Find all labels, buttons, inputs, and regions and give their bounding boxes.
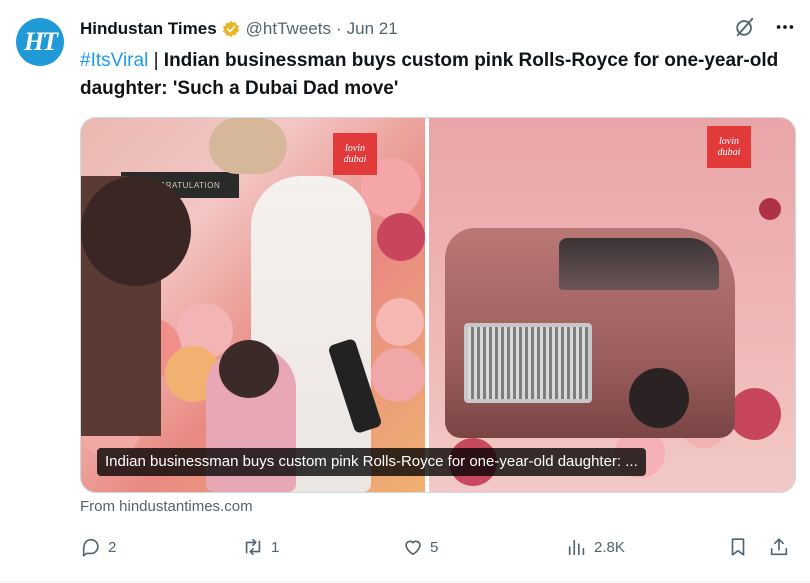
tweet-date[interactable]: Jun 21: [347, 19, 398, 39]
car-wheel: [629, 368, 689, 428]
bookmark-button[interactable]: [727, 536, 749, 558]
woman-head: [209, 118, 287, 174]
balloon: [377, 213, 425, 261]
reply-button[interactable]: 2: [80, 536, 116, 558]
tweet-text: #ItsViral | Indian businessman buys cust…: [80, 47, 780, 103]
hashtag-link[interactable]: #ItsViral: [80, 50, 148, 71]
media-caption: Indian businessman buys custom pink Roll…: [97, 448, 646, 476]
media-card[interactable]: CONGRATULATION lovin dubai lovin dubai I…: [80, 117, 796, 493]
like-icon: [405, 540, 421, 556]
photo-left-party[interactable]: CONGRATULATION lovin dubai: [81, 118, 425, 492]
share-icon: [770, 538, 788, 556]
like-button[interactable]: 5: [402, 536, 438, 558]
views-count: 2.8K: [594, 538, 625, 556]
link-source[interactable]: From hindustantimes.com: [80, 498, 253, 515]
tweet-bottom-border: [0, 581, 810, 582]
text-pipe: |: [153, 50, 159, 71]
reply-count: 2: [108, 538, 117, 556]
retweet-icon: [245, 538, 261, 556]
views-icon: [568, 539, 585, 556]
tweet-header: Hindustan Times @htTweets · Jun 21: [80, 19, 398, 39]
balloon: [759, 198, 781, 220]
car-grille: [464, 323, 592, 403]
action-bar: 2 1 5 2.8K: [80, 536, 794, 564]
balloon: [376, 298, 424, 346]
lovin-dubai-logo: lovin dubai: [707, 126, 751, 168]
verified-badge-icon[interactable]: [222, 20, 240, 38]
balloon: [729, 388, 781, 440]
header-separator: ·: [335, 19, 342, 38]
author-handle[interactable]: @htTweets: [246, 19, 331, 39]
retweet-count: 1: [271, 538, 280, 556]
like-count: 5: [430, 538, 439, 556]
top-actions: [734, 16, 796, 38]
retweet-button[interactable]: 1: [241, 536, 279, 558]
share-button[interactable]: [768, 536, 790, 558]
lovin-dubai-logo: lovin dubai: [333, 133, 377, 175]
balloon: [371, 348, 425, 402]
car-windshield: [559, 238, 719, 290]
grok-icon[interactable]: [734, 16, 756, 38]
child-head: [219, 340, 279, 398]
photo-right-car[interactable]: lovin dubai: [429, 118, 795, 492]
avatar-logo-text: HT: [23, 27, 58, 56]
author-name[interactable]: Hindustan Times: [80, 19, 217, 39]
more-icon[interactable]: [774, 16, 796, 38]
reply-icon: [82, 538, 99, 557]
author-avatar[interactable]: HT: [16, 18, 64, 66]
man-head: [81, 176, 191, 286]
bookmark-icon: [731, 538, 745, 556]
views-button[interactable]: 2.8K: [566, 536, 625, 558]
tweet-body: Indian businessman buys custom pink Roll…: [80, 50, 779, 99]
